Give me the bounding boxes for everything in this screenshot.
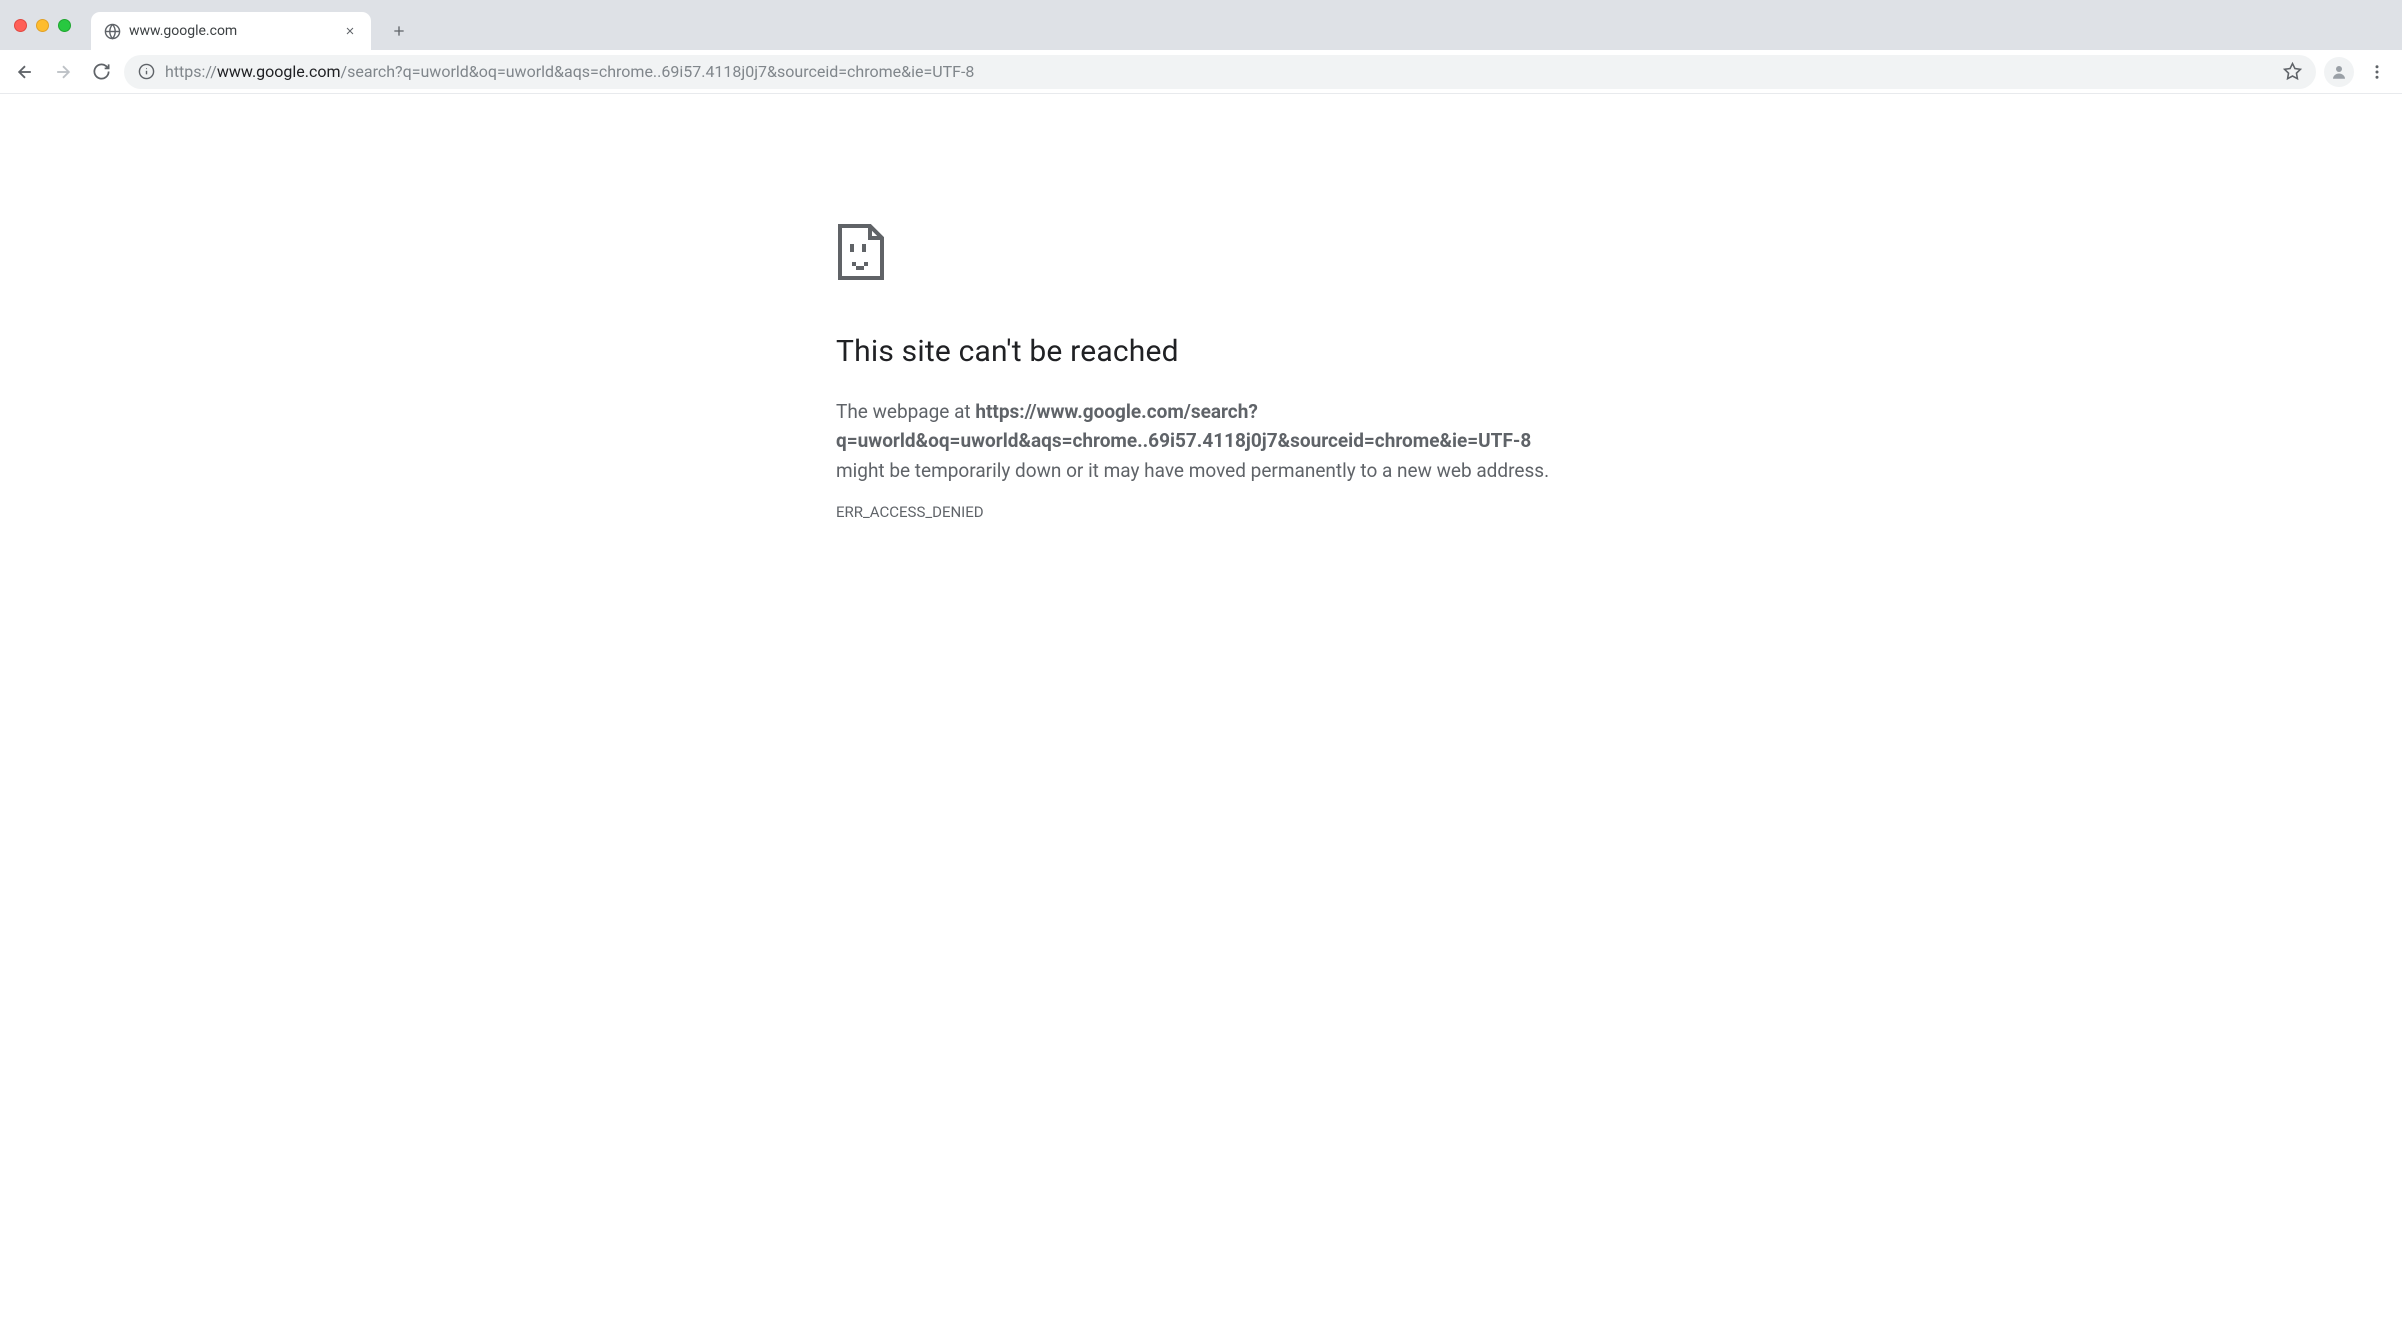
site-info-icon[interactable] [138,63,155,80]
profile-avatar-button[interactable] [2324,57,2354,87]
reload-button[interactable] [86,57,116,87]
window-controls [14,0,91,50]
address-bar[interactable]: https://www.google.com/search?q=uworld&o… [124,55,2316,89]
url-text: https://www.google.com/search?q=uworld&o… [165,62,2273,81]
tab-title: www.google.com [129,23,333,39]
toolbar-right-icons [2324,57,2392,87]
error-code: ERR_ACCESS_DENIED [836,503,1566,521]
bookmark-star-icon[interactable] [2283,62,2302,81]
tab-close-button[interactable] [341,22,359,40]
error-desc-suffix: might be temporarily down or it may have… [836,459,1549,482]
browser-tab[interactable]: www.google.com [91,12,371,50]
browser-toolbar: https://www.google.com/search?q=uworld&o… [0,50,2402,94]
back-button[interactable] [10,57,40,87]
page-content: This site can't be reached The webpage a… [0,94,2402,521]
chrome-menu-button[interactable] [2362,57,2392,87]
sad-document-icon [836,224,1566,284]
error-desc-prefix: The webpage at [836,400,975,423]
url-scheme: https:// [165,62,217,81]
window-minimize-button[interactable] [36,19,49,32]
globe-icon [103,22,121,40]
error-description: The webpage at https://www.google.com/se… [836,397,1566,485]
new-tab-button[interactable] [383,15,415,47]
tab-strip: www.google.com [0,0,2402,50]
window-close-button[interactable] [14,19,27,32]
window-maximize-button[interactable] [58,19,71,32]
url-host: www.google.com [217,62,341,81]
error-heading: This site can't be reached [836,334,1566,369]
forward-button[interactable] [48,57,78,87]
error-container: This site can't be reached The webpage a… [836,224,1566,521]
url-path: /search?q=uworld&oq=uworld&aqs=chrome..6… [341,62,975,81]
